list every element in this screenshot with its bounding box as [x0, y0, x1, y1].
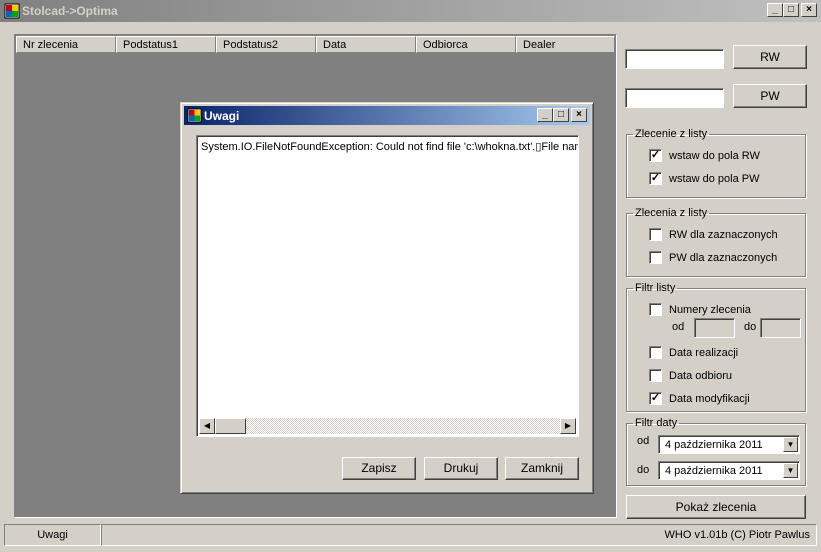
minimize-button[interactable]: _ — [767, 3, 783, 17]
dialog-title-bar[interactable]: Uwagi _ □ × — [184, 106, 590, 125]
show-orders-button[interactable]: Pokaż zlecenia — [626, 495, 806, 519]
date-od-label: od — [637, 435, 650, 447]
column-header[interactable]: Podstatus2 — [216, 36, 316, 53]
scroll-left-icon[interactable]: ◀ — [199, 418, 215, 434]
checkbox-label: PW dla zaznaczonych — [669, 251, 778, 264]
date-from-value: 4 października 2011 — [665, 439, 763, 451]
checkbox-box[interactable] — [649, 228, 662, 241]
uwagi-dialog: Uwagi _ □ × System.IO.FileNotFoundExcept… — [180, 102, 594, 494]
checkbox-label: wstaw do pola RW — [669, 149, 760, 162]
status-uwagi[interactable]: Uwagi — [4, 524, 101, 546]
save-button[interactable]: Zapisz — [342, 457, 416, 480]
checkbox-wstaw-rw[interactable]: ✓ wstaw do pola RW — [649, 149, 760, 162]
minimize-button[interactable]: _ — [537, 108, 553, 122]
checkbox-box[interactable] — [649, 251, 662, 264]
group-legend: Filtr daty — [635, 417, 678, 429]
column-header[interactable]: Data — [316, 36, 416, 53]
column-header[interactable]: Dealer — [516, 36, 615, 53]
do-label: do — [744, 321, 757, 333]
checkbox-box[interactable]: ✓ — [649, 172, 662, 185]
maximize-button[interactable]: □ — [553, 108, 569, 122]
checkbox-data-realizacji[interactable]: Data realizacji — [649, 346, 738, 359]
status-version: WHO v1.01b (C) Piotr Pawlus — [101, 524, 817, 546]
scroll-right-icon[interactable]: ▶ — [560, 418, 576, 434]
checkbox-rw-zaznaczonych[interactable]: RW dla zaznaczonych — [649, 228, 778, 241]
group-legend: Filtr listy — [635, 282, 676, 294]
list-header: Nr zlecenia Podstatus1 Podstatus2 Data O… — [16, 36, 615, 53]
checkbox-box[interactable]: ✓ — [649, 392, 662, 405]
column-header[interactable]: Podstatus1 — [116, 36, 216, 53]
checkbox-label: Numery zlecenia — [669, 303, 751, 316]
window-title-bar[interactable]: Stolcad->Optima _ □ × — [0, 0, 821, 22]
checkbox-label: wstaw do pola PW — [669, 172, 760, 185]
date-do-label: do — [637, 464, 650, 476]
date-from-picker[interactable]: 4 października 2011 ▼ — [658, 435, 800, 454]
print-button[interactable]: Drukuj — [424, 457, 498, 480]
checkbox-wstaw-pw[interactable]: ✓ wstaw do pola PW — [649, 172, 759, 185]
date-to-picker[interactable]: 4 października 2011 ▼ — [658, 461, 800, 480]
notes-textarea[interactable]: System.IO.FileNotFoundException: Could n… — [196, 135, 579, 437]
checkbox-numery-zlecenia[interactable]: Numery zlecenia — [649, 303, 751, 316]
app-icon — [187, 108, 202, 123]
checkbox-label: Data modyfikacji — [669, 392, 750, 405]
dropdown-arrow-icon[interactable]: ▼ — [783, 463, 798, 478]
group-legend: Zlecenia z listy — [635, 207, 708, 219]
notes-text: System.IO.FileNotFoundException: Could n… — [201, 141, 579, 153]
group-legend: Zlecenie z listy — [635, 128, 708, 140]
rw-input[interactable] — [625, 49, 724, 69]
checkbox-label: Data realizacji — [669, 346, 739, 359]
status-bar: Uwagi WHO v1.01b (C) Piotr Pawlus — [2, 524, 819, 546]
pw-button[interactable]: PW — [733, 84, 807, 108]
checkbox-box[interactable] — [649, 369, 662, 382]
checkbox-box[interactable]: ✓ — [649, 149, 662, 162]
maximize-button[interactable]: □ — [783, 3, 799, 17]
scroll-thumb[interactable] — [215, 418, 246, 434]
numer-do-input[interactable] — [760, 318, 801, 338]
column-header[interactable]: Odbiorca — [416, 36, 516, 53]
pw-input[interactable] — [625, 88, 724, 108]
dialog-title: Uwagi — [204, 109, 240, 123]
close-button[interactable]: × — [571, 108, 587, 122]
dropdown-arrow-icon[interactable]: ▼ — [783, 437, 798, 452]
numer-od-input[interactable] — [694, 318, 735, 338]
date-to-value: 4 października 2011 — [665, 465, 763, 477]
rw-button[interactable]: RW — [733, 45, 807, 69]
checkbox-pw-zaznaczonych[interactable]: PW dla zaznaczonych — [649, 251, 777, 264]
app-icon — [4, 3, 20, 19]
checkbox-box[interactable] — [649, 346, 662, 359]
close-button[interactable]: × — [801, 3, 817, 17]
column-header[interactable]: Nr zlecenia — [16, 36, 116, 53]
group-zlecenie-z-listy: Zlecenie z listy — [626, 128, 806, 198]
horizontal-scrollbar[interactable]: ◀ ▶ — [199, 418, 576, 434]
close-dialog-button[interactable]: Zamknij — [505, 457, 579, 480]
window-title: Stolcad->Optima — [22, 4, 118, 18]
checkbox-data-odbioru[interactable]: Data odbioru — [649, 369, 732, 382]
checkbox-label: Data odbioru — [669, 369, 732, 382]
group-zlecenia-z-listy: Zlecenia z listy — [626, 207, 806, 277]
od-label: od — [672, 321, 685, 333]
checkbox-box[interactable] — [649, 303, 662, 316]
checkbox-data-modyfikacji[interactable]: ✓ Data modyfikacji — [649, 392, 750, 405]
checkbox-label: RW dla zaznaczonych — [669, 228, 778, 241]
